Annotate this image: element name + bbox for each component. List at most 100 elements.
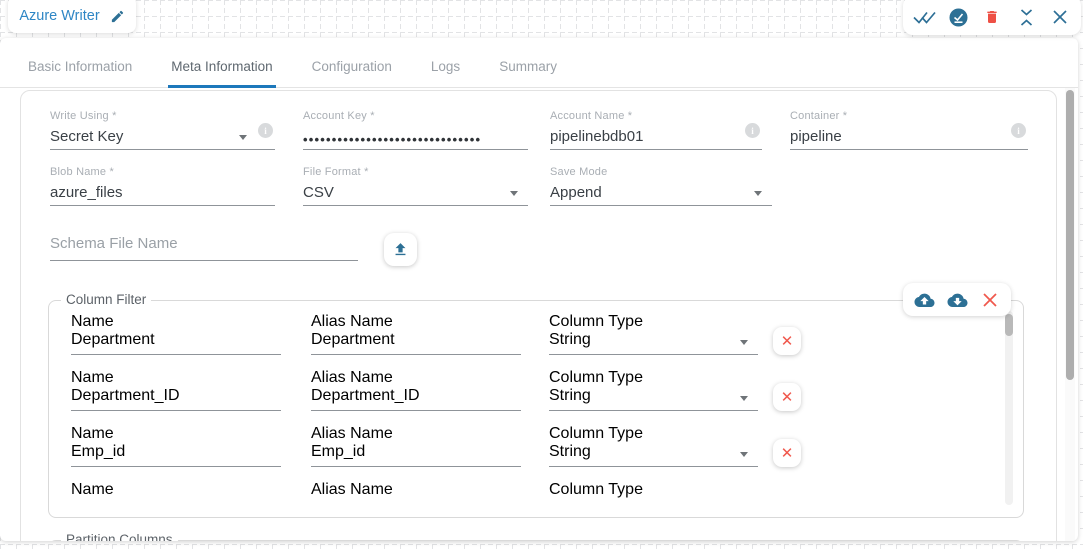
account-key-value: ••••••••••••••••••••••••••••••• (303, 124, 528, 149)
name-value: Department_ID (71, 387, 281, 405)
x-icon: ✕ (781, 446, 794, 461)
blob-name-label: Blob Name * (50, 166, 275, 180)
trash-icon[interactable] (979, 4, 1005, 30)
info-icon[interactable]: i (258, 123, 273, 143)
column-filter-actions (903, 283, 1011, 316)
partition-columns-title: Partition Columns (61, 532, 178, 541)
type-label: Column Type (549, 481, 758, 499)
alias-value: Department_ID (311, 387, 521, 405)
cloud-download-icon[interactable] (945, 288, 969, 312)
circle-check-icon[interactable] (945, 4, 971, 30)
chevron-down-icon (510, 191, 518, 196)
account-name-value: pipelinebdb01 (550, 124, 762, 149)
column-filter-row: Name Department_ID Alias Name Department… (50, 369, 1000, 425)
delete-row-button[interactable]: ✕ (773, 383, 801, 411)
double-check-icon[interactable] (911, 4, 937, 30)
blob-name-input[interactable]: Blob Name * azure_files (50, 166, 275, 206)
name-value: Emp_id (71, 443, 281, 461)
tab-bar: Basic Information Meta Information Confi… (0, 50, 1078, 88)
type-value: String (549, 387, 758, 405)
tab-configuration[interactable]: Configuration (309, 50, 395, 87)
tab-meta-information[interactable]: Meta Information (168, 50, 275, 87)
file-format-select[interactable]: File Format * CSV (303, 166, 528, 206)
type-value: String (549, 331, 758, 349)
upload-schema-button[interactable] (384, 233, 417, 266)
blob-name-value: azure_files (50, 180, 275, 205)
alias-value: Department (311, 331, 521, 349)
chevron-down-icon (754, 191, 762, 196)
writer-config-panel: Basic Information Meta Information Confi… (0, 38, 1078, 541)
scrollbar-thumb[interactable] (1005, 314, 1013, 336)
name-label: Name (71, 313, 281, 331)
schema-file-input[interactable] (50, 231, 358, 261)
column-type-select[interactable]: Column Type String (549, 313, 758, 355)
tab-logs[interactable]: Logs (428, 50, 463, 87)
close-icon[interactable] (1047, 4, 1073, 30)
chevron-down-icon (740, 452, 748, 457)
node-title-tab: Azure Writer (8, 0, 136, 33)
container-value: pipeline (790, 124, 1028, 149)
x-icon: ✕ (781, 334, 794, 349)
column-filter-scrollbar[interactable] (1005, 311, 1013, 505)
column-type-select[interactable]: Column Type (549, 481, 758, 506)
column-filter-title: Column Filter (61, 292, 151, 307)
write-using-select[interactable]: Write Using * Secret Key i (50, 110, 275, 150)
column-name-input[interactable]: Name Department (71, 313, 281, 355)
save-mode-label: Save Mode (550, 166, 772, 180)
info-icon[interactable]: i (1011, 123, 1026, 143)
collapse-vertical-icon[interactable] (1013, 4, 1039, 30)
type-label: Column Type (549, 313, 758, 331)
container-label: Container * (790, 110, 1028, 124)
alias-name-input[interactable]: Alias Name Department (311, 313, 521, 355)
save-mode-value: Append (550, 180, 772, 205)
column-name-input[interactable]: Name Department_ID (71, 369, 281, 411)
delete-row-button[interactable]: ✕ (773, 439, 801, 467)
tab-summary[interactable]: Summary (496, 50, 560, 87)
tab-basic-information[interactable]: Basic Information (25, 50, 135, 87)
name-label: Name (71, 369, 281, 387)
column-type-select[interactable]: Column Type String (549, 369, 758, 411)
column-filter-row: Name Alias Name Column Type (50, 481, 1000, 506)
alias-name-input[interactable]: Alias Name Department_ID (311, 369, 521, 411)
column-filter-section: Column Filter Name Department Alias Name… (48, 300, 1024, 518)
node-title: Azure Writer (19, 8, 99, 24)
type-label: Column Type (549, 369, 758, 387)
account-key-input[interactable]: Account Key * ••••••••••••••••••••••••••… (303, 110, 528, 150)
cloud-upload-icon[interactable] (912, 288, 936, 312)
column-name-input[interactable]: Name Emp_id (71, 425, 281, 467)
column-filter-rows: Name Department Alias Name Department Co… (50, 310, 1000, 506)
info-icon[interactable]: i (745, 123, 760, 143)
save-mode-select[interactable]: Save Mode Append (550, 166, 772, 206)
alias-label: Alias Name (311, 369, 521, 387)
clear-columns-icon[interactable] (978, 288, 1002, 312)
account-name-label: Account Name * (550, 110, 762, 124)
alias-label: Alias Name (311, 481, 521, 499)
edit-icon[interactable] (110, 9, 125, 24)
alias-label: Alias Name (311, 313, 521, 331)
container-input[interactable]: Container * pipeline i (790, 110, 1028, 150)
toolbar (903, 0, 1081, 35)
chevron-down-icon (239, 135, 247, 140)
type-label: Column Type (549, 425, 758, 443)
column-name-input[interactable]: Name (71, 481, 281, 506)
account-name-input[interactable]: Account Name * pipelinebdb01 i (550, 110, 762, 150)
delete-row-button[interactable]: ✕ (773, 327, 801, 355)
account-key-label: Account Key * (303, 110, 528, 124)
name-value: Department (71, 331, 281, 349)
alias-value: Emp_id (311, 443, 521, 461)
scrollbar-thumb[interactable] (1066, 90, 1074, 380)
type-value: String (549, 443, 758, 461)
column-type-select[interactable]: Column Type String (549, 425, 758, 467)
schema-file-field (50, 231, 358, 261)
column-filter-row: Name Department Alias Name Department Co… (50, 313, 1000, 369)
panel-scrollbar[interactable] (1065, 88, 1075, 541)
file-format-value: CSV (303, 180, 528, 205)
chevron-down-icon (740, 340, 748, 345)
alias-name-input[interactable]: Alias Name (311, 481, 521, 506)
alias-name-input[interactable]: Alias Name Emp_id (311, 425, 521, 467)
partition-columns-section: Partition Columns (48, 540, 1024, 541)
column-filter-row: Name Emp_id Alias Name Emp_id Column Typ… (50, 425, 1000, 481)
name-label: Name (71, 481, 281, 499)
x-icon: ✕ (781, 390, 794, 405)
name-label: Name (71, 425, 281, 443)
